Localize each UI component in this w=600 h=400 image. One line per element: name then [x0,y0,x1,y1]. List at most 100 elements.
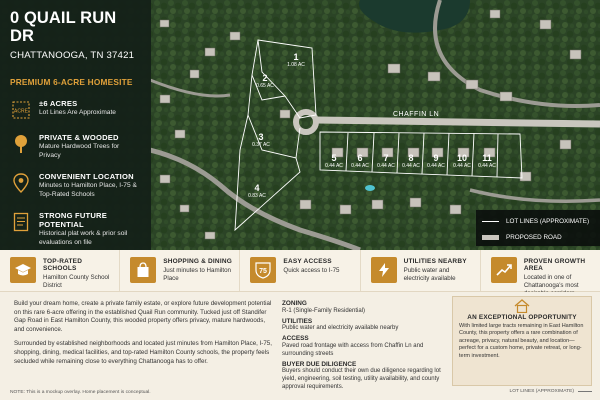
feature-desc: Mature Hardwood Trees for Privacy [39,143,120,159]
tree-icon [10,133,32,155]
school-icon [10,257,36,283]
lot-number: 9 [433,153,439,163]
amenity-utilities: UTILITIES NEARBY Public water and electri… [361,250,481,291]
proposed-road [315,116,600,128]
svg-text:ACRE: ACRE [14,109,29,115]
acre-icon: ACRE [10,99,32,121]
aerial-map: 1 1.08 AC 2 0.65 AC 3 0.37 AC 4 0.83 AC 5 0.4… [0,0,600,250]
property-details: ZONING R-1 (Single-Family Residential) U… [282,298,446,392]
lot-6-label: 6 0.44 AC [348,153,372,170]
description-paragraph-1: Build your dream home, create a private … [14,300,272,333]
lot-11-label: 11 0.44 AC [474,153,500,170]
detail-heading: ACCESS [282,335,309,343]
map-legend: LOT LINES (APPROXIMATE) PROPOSED ROAD [476,210,600,246]
lot-number: 1 [293,52,299,62]
feature-title: CONVENIENT LOCATION [39,172,134,181]
amenity-schools: TOP-RATED SCHOOLS Hamilton County School … [0,250,121,291]
lot-acres: 0.83 AC [248,193,266,199]
detail-heading: UTILITIES [282,317,313,325]
property-description: Build your dream home, create a private … [14,300,276,366]
growth-chart-icon [490,257,517,283]
amenity-title: UTILITIES NEARBY [403,258,467,265]
footer-legend-label: LOT LINES (APPROXIMATE) [509,389,575,394]
interstate-badge: 75 [260,268,268,275]
opportunity-text: With limited large tracts remaining in E… [459,323,584,359]
feature-title: PRIVATE & WOODED [39,133,119,142]
detail-text: R-1 (Single-Family Residential) [282,307,366,314]
house-icon [459,299,585,313]
detail-text: Buyers should conduct their own due dili… [282,368,441,390]
detail-text: Public water and electricity available n… [282,325,399,332]
page-subtitle: CHATTANOOGA, TN 37421 [10,50,135,61]
feature-potential: STRONG FUTURE POTENTIAL Historical plat w… [10,211,141,247]
amenity-title: EASY ACCESS [283,258,332,265]
lot-10-label: 10 0.44 AC [449,153,475,170]
feature-title: ±6 ACRES [39,99,78,108]
details-section: Build your dream home, create a private … [0,292,600,400]
feature-acres: ACRE ±6 ACRES Lot Lines Are Approximate [10,99,141,121]
detail-heading: ZONING [282,300,307,307]
lot-7-label: 7 0.44 AC [374,153,398,170]
lot-number: 6 [357,153,363,163]
lot-number: 7 [383,153,389,163]
lot-3-label: 3 0.37 AC [250,132,272,149]
road-label: CHAFFIN LN [393,111,440,118]
utilities-icon [370,257,397,283]
amenity-desc: Quick access to I-75 [283,267,340,274]
footer-legend-line [578,391,592,392]
legend-lot-lines: LOT LINES (APPROXIMATE) [506,217,590,225]
lot-acres: 1.08 AC [287,62,305,68]
lot-acres: 0.37 AC [252,142,270,148]
amenity-title: PROVEN GROWTH AREA [523,258,586,272]
shopping-bag-icon [130,257,157,283]
document-icon [10,211,32,233]
info-panel: 0 QUAIL RUN DR CHATTANOOGA, TN 37421 PRE… [0,0,151,250]
opportunity-box: AN EXCEPTIONAL OPPORTUNITY With limited … [452,296,592,386]
amenity-strip: TOP-RATED SCHOOLS Hamilton County School … [0,250,600,297]
legend-proposed-road: PROPOSED ROAD [506,233,562,241]
road-swatch [482,234,499,240]
lot-number: 4 [254,183,260,193]
lot-number: 11 [482,153,492,163]
lot-acres: 0.44 AC [325,163,343,169]
lot-acres: 0.44 AC [351,163,369,169]
feature-location: CONVENIENT LOCATION Minutes to Hamilton P… [10,172,141,199]
amenity-desc: Just minutes to Hamilton Place [163,267,231,282]
footer-legend: LOT LINES (APPROXIMATE) [509,389,592,394]
lot-5-label: 5 0.44 AC [322,153,346,170]
amenity-desc: Public water and electricity available [403,267,456,282]
lot-2-label: 2 0.65 AC [254,73,276,90]
lot-number: 5 [331,153,337,163]
lot-number: 2 [262,73,268,83]
feature-wooded: PRIVATE & WOODED Mature Hardwood Trees fo… [10,133,141,160]
detail-text: Paved road frontage with access from Cha… [282,342,424,357]
lot-acres: 0.65 AC [256,83,274,89]
description-paragraph-2: Surrounded by established neighborhoods … [14,340,272,365]
amenity-title: SHOPPING & DINING [163,258,232,265]
amenity-shopping: SHOPPING & DINING Just minutes to Hamilto… [120,250,241,291]
lot-8-label: 8 0.44 AC [399,153,423,170]
footer-note: NOTE: This is a mockup overlay. Home pla… [10,390,151,395]
location-pin-icon [10,172,32,194]
lot-number: 8 [408,153,414,163]
lot-line-swatch [482,220,499,222]
lot-number: 3 [258,132,264,142]
lot-4-label: 4 0.83 AC [246,183,268,200]
tagline: PREMIUM 6-ACRE HOMESITE [10,77,133,87]
lot-acres: 0.44 AC [453,163,471,169]
amenity-desc: Hamilton County School District [43,274,110,289]
feature-title: STRONG FUTURE POTENTIAL [39,211,107,229]
lot-1-label: 1 1.08 AC [285,52,307,69]
feature-desc: Historical plat work & prior soil evalua… [39,230,128,246]
amenity-access: 75 EASY ACCESS Quick access to I-75 [240,250,361,291]
lot-acres: 0.44 AC [402,163,420,169]
lot-number: 10 [456,153,467,163]
feature-desc: Lot Lines Are Approximate [39,109,116,116]
amenity-growth: PROVEN GROWTH AREA Located in one of Chat… [481,250,600,297]
interstate-75-icon: 75 [250,257,277,283]
detail-heading: BUYER DUE DILIGENCE [282,360,357,368]
lot-9-label: 9 0.44 AC [424,153,448,170]
page-title: 0 QUAIL RUN DR [10,9,117,45]
amenity-title: TOP-RATED SCHOOLS [43,258,83,272]
feature-desc: Minutes to Hamilton Place, I-75 & Top-Ra… [39,182,137,198]
